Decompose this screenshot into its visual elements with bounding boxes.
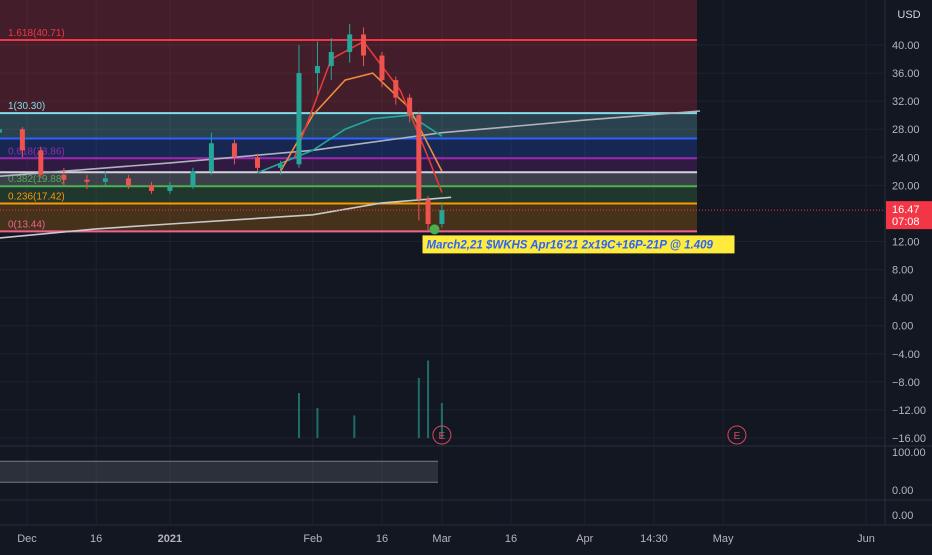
annotation-text: March2,21 $WKHS Apr16'21 2x19C+16P-21P @… (427, 239, 714, 251)
candle-body (425, 199, 431, 224)
trade-marker-icon (429, 224, 440, 235)
time-axis-tick: 16 (505, 533, 517, 545)
last-price-countdown: 07:08 (892, 216, 920, 228)
last-price-tag: 16.4707:08 (886, 201, 932, 230)
price-axis-tick: 4.00 (892, 293, 913, 305)
candle-body (314, 66, 320, 74)
volume-bar (427, 360, 430, 438)
candle-body (439, 210, 445, 224)
candle-body (0, 129, 2, 133)
time-axis-tick: Feb (303, 533, 322, 545)
time-axis-tick: 2021 (158, 533, 182, 545)
candle-body (102, 178, 108, 182)
oscillator-band (0, 461, 438, 483)
volume-bar (353, 415, 356, 438)
price-axis-tick: 24.00 (892, 152, 920, 164)
price-axis-tick: 12.00 (892, 237, 920, 249)
fib-zone (0, 0, 697, 41)
oscillator-axis-tick: 0.00 (892, 485, 913, 497)
fib-level-label: 0.236(17.42) (8, 191, 65, 202)
candle-body (38, 150, 44, 175)
candle-body (407, 97, 413, 116)
time-axis-tick: 14:30 (640, 533, 668, 545)
time-axis-tick: Mar (432, 533, 451, 545)
candle-body (347, 34, 353, 53)
fib-level-label: 0.618(23.86) (8, 146, 65, 157)
candle-body (125, 178, 131, 186)
earnings-marker-label: E (439, 431, 446, 442)
time-axis-tick: Apr (576, 533, 593, 545)
price-axis-tick: −4.00 (892, 349, 920, 361)
price-axis-tick: −16.00 (892, 433, 926, 445)
candle-body (19, 129, 25, 151)
time-axis-tick: Jun (857, 533, 875, 545)
price-axis-tick: 36.00 (892, 68, 920, 80)
chart: 1.618(40.71) 1(30.30) 0.618(23.86) 0.382(19… (0, 0, 932, 550)
currency-button[interactable]: USD (892, 6, 926, 24)
fib-zone (0, 138, 697, 159)
candle-body (208, 143, 214, 172)
price-axis-tick: 32.00 (892, 96, 920, 108)
last-price-value: 16.47 (892, 204, 920, 216)
price-axis-tick: 40.00 (892, 40, 920, 52)
fib-level-label: 1(30.30) (8, 101, 45, 112)
candle-body (254, 157, 260, 168)
time-axis-tick: 16 (90, 533, 102, 545)
candle-body (393, 80, 399, 98)
time-axis-tick: Dec (17, 533, 37, 545)
candle-body (296, 73, 302, 165)
candle-body (84, 179, 90, 182)
candle-body (416, 115, 422, 200)
price-axis-tick: 28.00 (892, 124, 920, 136)
oscillator-axis-tick: 0.00 (892, 510, 913, 522)
candle-body (167, 186, 173, 191)
fib-level-label: 1.618(40.71) (8, 28, 65, 39)
fib-zone (0, 158, 697, 173)
price-axis-tick: 8.00 (892, 265, 913, 277)
price-axis-tick: 0.00 (892, 321, 913, 333)
price-axis-tick: −12.00 (892, 405, 926, 417)
candle-body (328, 52, 334, 67)
fib-level-label: 0.382(19.88) (8, 174, 65, 185)
volume-bar (316, 408, 319, 438)
candle-body (278, 164, 284, 168)
candle-body (61, 174, 67, 180)
candle-body (231, 143, 237, 158)
time-axis-tick: May (713, 533, 734, 545)
oscillator-axis-tick: 100.00 (892, 447, 926, 459)
volume-bar (417, 378, 420, 438)
fib-zone (0, 203, 697, 232)
volume-bar (297, 393, 300, 438)
candle-body (361, 34, 367, 56)
time-axis-tick: 16 (376, 533, 388, 545)
fib-level-label: 0(13.44) (8, 219, 45, 230)
earnings-marker-label: E (734, 431, 741, 442)
annotation-label: March2,21 $WKHS Apr16'21 2x19C+16P-21P @… (422, 235, 735, 254)
candle-body (190, 171, 196, 187)
price-axis-tick: −8.00 (892, 377, 920, 389)
fib-zone (0, 113, 697, 139)
chart-canvas: 1.618(40.71) 1(30.30) 0.618(23.86) 0.382(19… (0, 0, 932, 550)
price-axis-tick: 20.00 (892, 180, 920, 192)
candle-body (379, 55, 385, 81)
candle-body (148, 185, 154, 191)
fib-zone (0, 186, 697, 204)
